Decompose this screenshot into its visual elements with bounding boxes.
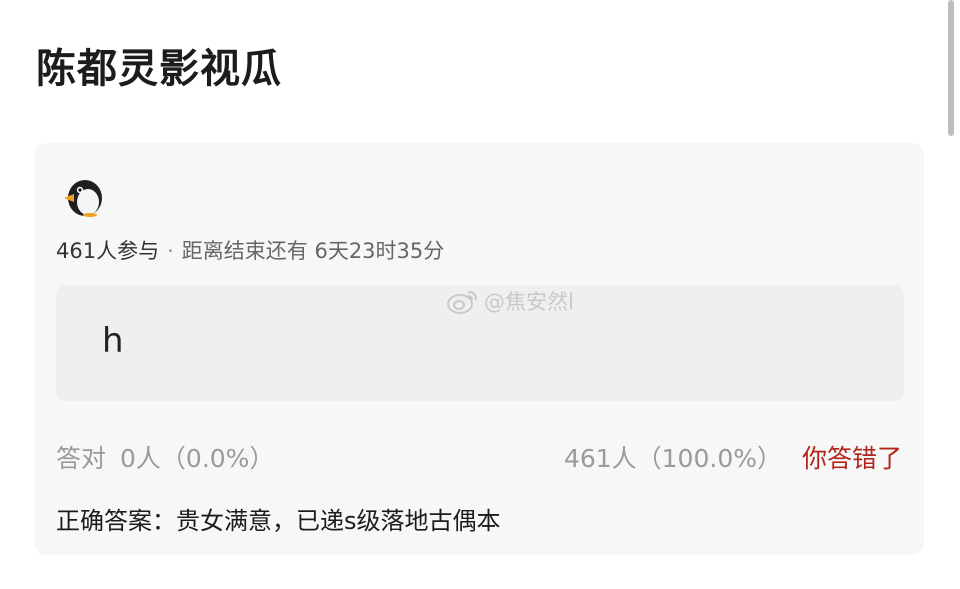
- option-label: h: [102, 321, 124, 361]
- time-remaining: 距离结束还有 6天23时35分: [181, 239, 445, 263]
- scrollbar[interactable]: [948, 0, 954, 136]
- wrong-stats: 461人（100.0%） 你答错了: [564, 439, 902, 475]
- poll-meta: 461人参与 · 距离结束还有 6天23时35分: [56, 235, 444, 265]
- watermark-text: @焦安然l: [484, 290, 574, 314]
- page-title: 陈都灵影视瓜: [36, 46, 282, 92]
- other-count: 461人（100.0%）: [563, 444, 782, 473]
- page: 陈都灵影视瓜 461人参与 · 距离结束还有 6天23时35分 h @焦安然l: [0, 0, 960, 589]
- weibo-icon: [447, 291, 477, 314]
- participant-count: 461人参与: [56, 239, 160, 263]
- correct-answer: 正确答案：贵女满意，已递s级落地古偶本: [56, 507, 501, 535]
- correct-count: 0人（0.0%）: [120, 444, 275, 473]
- correct-label: 答对: [56, 444, 107, 473]
- watermark: @焦安然l: [446, 286, 574, 316]
- meta-separator: ·: [167, 239, 174, 263]
- result-status: 你答错了: [801, 444, 902, 473]
- poll-card: 461人参与 · 距离结束还有 6天23时35分 h @焦安然l 答对 0人（0.0%…: [34, 143, 924, 555]
- correct-stats: 答对 0人（0.0%）: [56, 439, 274, 475]
- penguin-icon[interactable]: [60, 177, 106, 217]
